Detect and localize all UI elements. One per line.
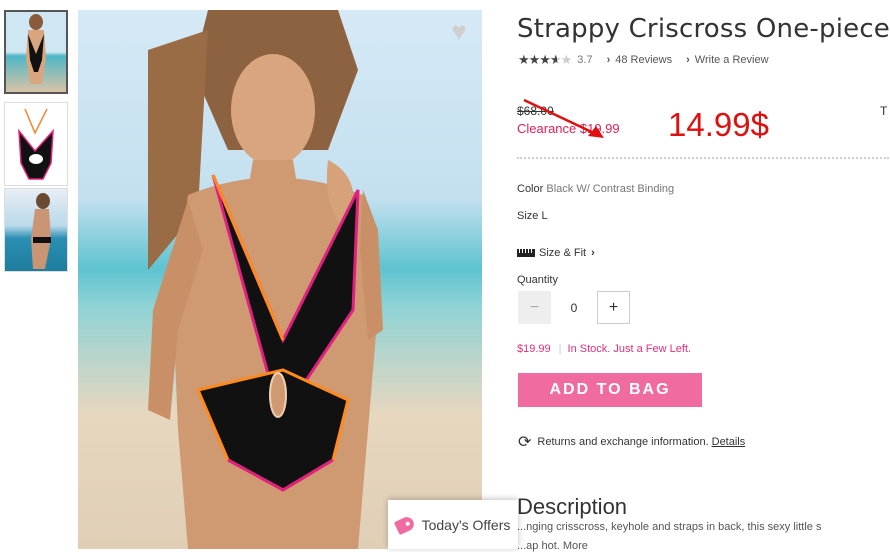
- product-main-image: ♥: [78, 10, 482, 549]
- rating-row: ★★★★ ★ ★ 3.7 › 48 Reviews › Write a Review: [518, 52, 769, 68]
- description-heading: Description: [517, 494, 628, 519]
- color-value: Black W/ Contrast Binding: [546, 183, 675, 195]
- ruler-icon: [517, 249, 535, 257]
- thumbnail-1[interactable]: [4, 10, 68, 94]
- thumbnail-2[interactable]: [4, 102, 68, 186]
- returns-info: ⟳ Returns and exchange information. Deta…: [518, 434, 746, 451]
- description-text: ...nging crisscross, keyhole and straps …: [517, 521, 822, 533]
- chevron-right-icon: ›: [606, 54, 611, 66]
- line-price: $19.99: [517, 343, 551, 355]
- write-review-link[interactable]: › Write a Review: [686, 54, 768, 66]
- quantity-decrease-button[interactable]: −: [518, 291, 551, 324]
- annotation-price: 14.99$: [668, 106, 769, 143]
- annotation-arrow: [523, 98, 604, 138]
- size-value: L: [541, 210, 548, 222]
- divider: [517, 157, 889, 159]
- thumbnail-3[interactable]: [4, 188, 68, 272]
- size-row: Size L: [517, 210, 548, 222]
- rating-value: 3.7: [577, 54, 593, 66]
- product-title: Strappy Criscross One-piece: [517, 14, 890, 44]
- color-row: Color Black W/ Contrast Binding: [517, 183, 675, 195]
- quantity-label: Quantity: [517, 274, 558, 286]
- reviews-link[interactable]: › 48 Reviews: [607, 54, 673, 66]
- chevron-right-icon: ›: [591, 247, 595, 259]
- star-rating-icon: ★★★★ ★ ★: [518, 52, 572, 67]
- favorite-heart-icon[interactable]: ♥: [446, 18, 472, 44]
- todays-offers-tab[interactable]: Today's Offers: [388, 500, 518, 549]
- tag-icon: [393, 514, 416, 535]
- size-fit-link[interactable]: Size & Fit ›: [517, 247, 595, 259]
- chevron-right-icon: ›: [686, 54, 690, 66]
- refresh-icon: ⟳: [518, 434, 532, 451]
- description-text-more[interactable]: ...ap hot. More: [517, 540, 588, 552]
- stock-status: In Stock. Just a Few Left.: [567, 343, 692, 355]
- quantity-increase-button[interactable]: +: [597, 291, 630, 324]
- returns-details-link[interactable]: Details: [712, 436, 746, 448]
- add-to-bag-button[interactable]: ADD TO BAG: [518, 373, 702, 407]
- price-stock-row: $19.99 | In Stock. Just a Few Left.: [517, 343, 692, 355]
- quantity-value[interactable]: 0: [558, 301, 590, 315]
- cutoff-text: T: [880, 104, 888, 118]
